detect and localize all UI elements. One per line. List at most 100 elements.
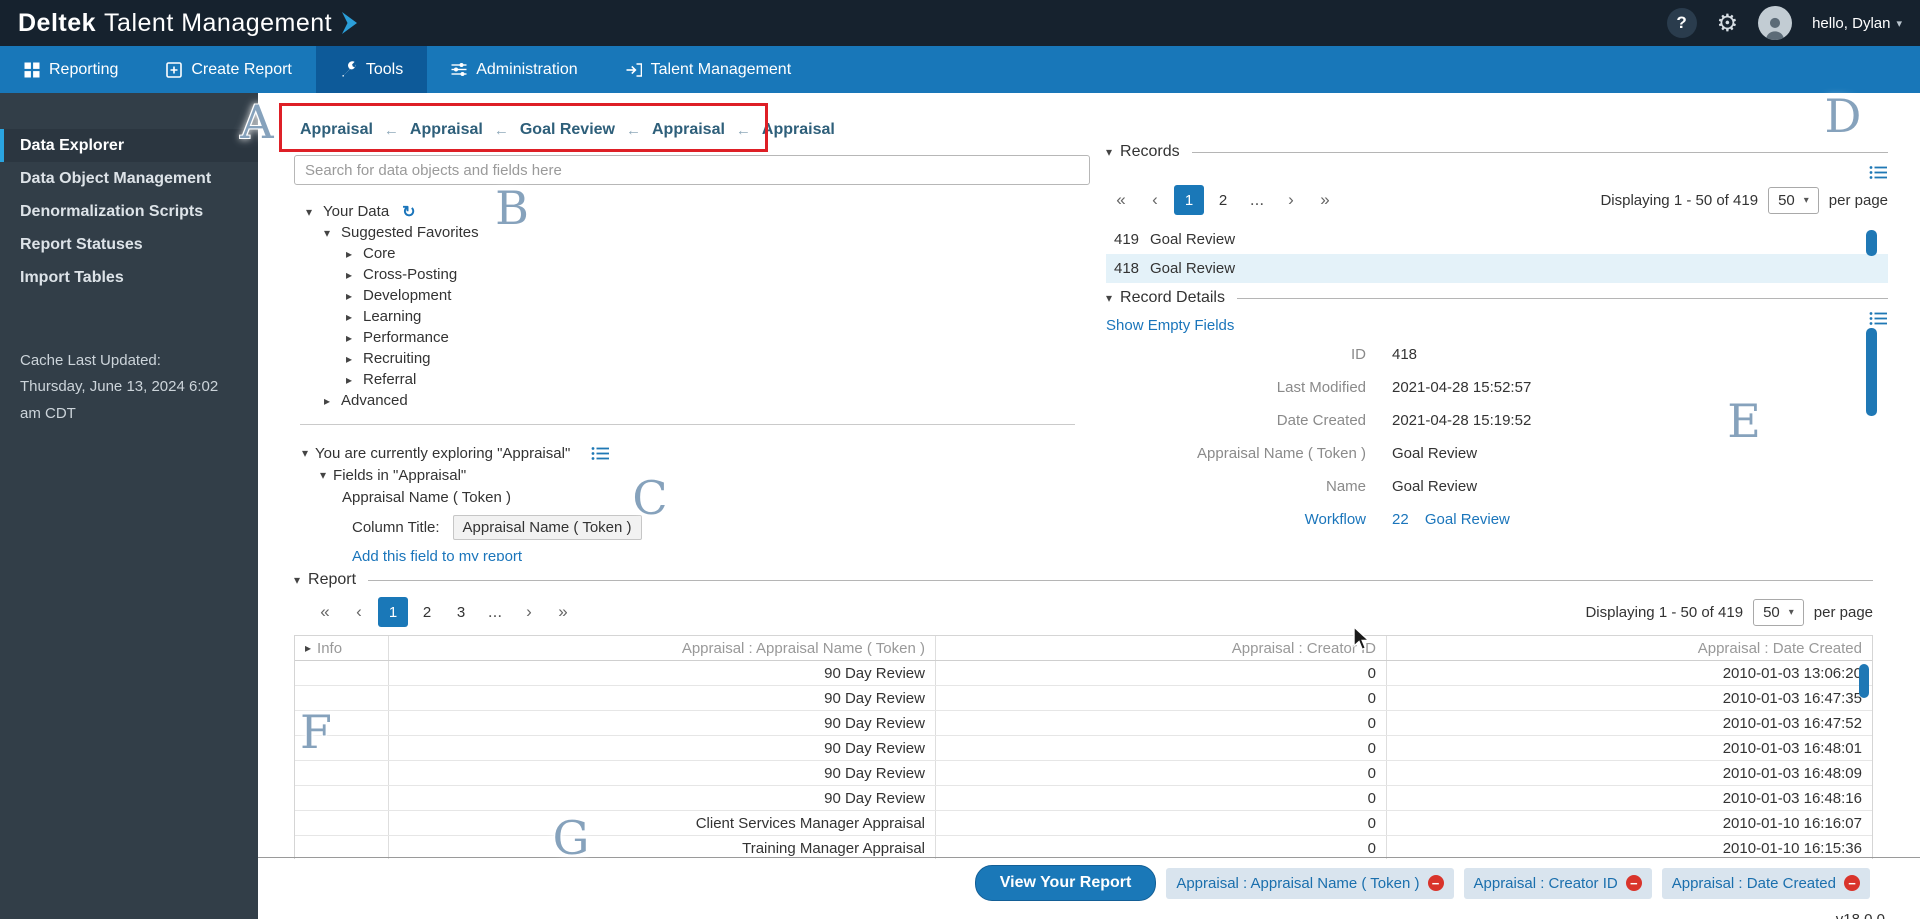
breadcrumb-item[interactable]: Appraisal: [762, 121, 835, 139]
record-row[interactable]: 419 Goal Review: [1106, 225, 1888, 254]
info-column-header[interactable]: ▸ Info: [295, 636, 389, 660]
caret-right-icon[interactable]: ▸: [346, 310, 356, 324]
next-page-button[interactable]: ›: [1276, 185, 1306, 215]
caret-right-icon[interactable]: ▸: [346, 373, 356, 387]
nav-tab-administration[interactable]: Administration: [427, 46, 601, 93]
table-row[interactable]: 90 Day Review02010-01-03 16:48:09: [295, 761, 1872, 786]
view-report-button[interactable]: View Your Report: [975, 865, 1157, 901]
breadcrumb-item[interactable]: Appraisal: [410, 121, 483, 139]
scrollbar-thumb[interactable]: [1866, 328, 1877, 416]
report-field-chip[interactable]: Appraisal : Creator ID −: [1464, 868, 1652, 899]
exploring-header[interactable]: ▾ You are currently exploring "Appraisal…: [302, 442, 1096, 464]
table-row[interactable]: 90 Day Review02010-01-03 16:47:52: [295, 711, 1872, 736]
caret-right-icon[interactable]: ▸: [305, 641, 311, 655]
nav-tab-talent-management[interactable]: Talent Management: [602, 46, 816, 93]
caret-right-icon[interactable]: ▸: [346, 268, 356, 282]
brand-logo[interactable]: Deltek Talent Management: [18, 9, 357, 38]
help-icon[interactable]: ?: [1667, 8, 1697, 38]
sidebar-item-report-statuses[interactable]: Report Statuses: [0, 228, 258, 261]
tree-node-cross-posting[interactable]: ▸ Cross-Posting: [346, 264, 1096, 285]
prev-page-button[interactable]: ‹: [1140, 185, 1170, 215]
record-row-selected[interactable]: 418 Goal Review: [1106, 254, 1888, 283]
tree-node-your-data[interactable]: ▾ Your Data ↻: [306, 201, 1096, 222]
sidebar-item-import-tables[interactable]: Import Tables: [0, 261, 258, 294]
add-field-link[interactable]: Add this field to my report: [352, 548, 522, 562]
page-button-1[interactable]: 1: [1174, 185, 1204, 215]
prev-page-button[interactable]: ‹: [344, 597, 374, 627]
caret-down-icon[interactable]: ▾: [306, 205, 316, 219]
next-page-button[interactable]: ›: [514, 597, 544, 627]
tree-node-performance[interactable]: ▸ Performance: [346, 327, 1096, 348]
field-item[interactable]: Appraisal Name ( Token ): [342, 486, 1096, 508]
caret-down-icon[interactable]: ▾: [294, 573, 300, 587]
caret-right-icon[interactable]: ▸: [346, 247, 356, 261]
list-icon[interactable]: [1869, 165, 1888, 180]
nav-tab-tools[interactable]: Tools: [316, 46, 427, 93]
search-input[interactable]: [294, 155, 1090, 185]
refresh-icon[interactable]: ↻: [402, 202, 415, 222]
report-field-chip[interactable]: Appraisal : Appraisal Name ( Token ) −: [1166, 868, 1453, 899]
page-size-select[interactable]: 50 ▾: [1753, 599, 1804, 626]
table-row[interactable]: Training Manager Appraisal02010-01-10 16…: [295, 836, 1872, 859]
scrollbar-thumb[interactable]: [1866, 230, 1877, 256]
caret-right-icon[interactable]: ▸: [346, 352, 356, 366]
sidebar-item-data-object-management[interactable]: Data Object Management: [0, 162, 258, 195]
avatar[interactable]: [1758, 6, 1792, 40]
breadcrumb-item[interactable]: Appraisal: [652, 121, 725, 139]
nav-tab-create-report[interactable]: Create Report: [142, 46, 316, 93]
column-header-date-created[interactable]: Appraisal : Date Created: [1387, 636, 1872, 660]
breadcrumb-item[interactable]: Appraisal: [300, 121, 373, 139]
list-icon[interactable]: [591, 446, 610, 461]
table-row[interactable]: 90 Day Review02010-01-03 16:48:16: [295, 786, 1872, 811]
table-row[interactable]: 90 Day Review02010-01-03 16:48:01: [295, 736, 1872, 761]
caret-down-icon[interactable]: ▾: [320, 468, 326, 482]
sidebar-item-data-explorer[interactable]: Data Explorer: [0, 129, 258, 162]
show-empty-fields-link[interactable]: Show Empty Fields: [1106, 317, 1234, 334]
tree-node-recruiting[interactable]: ▸ Recruiting: [346, 348, 1096, 369]
list-icon[interactable]: [1869, 311, 1888, 326]
last-page-button[interactable]: »: [548, 597, 578, 627]
remove-field-icon[interactable]: −: [1428, 875, 1444, 891]
caret-down-icon[interactable]: ▾: [1106, 291, 1112, 305]
table-row[interactable]: 90 Day Review02010-01-03 16:47:35: [295, 686, 1872, 711]
tree-node-core[interactable]: ▸ Core: [346, 243, 1096, 264]
table-row[interactable]: Client Services Manager Appraisal02010-0…: [295, 811, 1872, 836]
nav-tab-reporting[interactable]: Reporting: [0, 46, 142, 93]
last-page-button[interactable]: »: [1310, 185, 1340, 215]
fields-in-header[interactable]: ▾ Fields in "Appraisal": [320, 464, 1096, 486]
table-row[interactable]: 90 Day Review02010-01-03 13:06:20: [295, 661, 1872, 686]
page-size-select[interactable]: 50 ▾: [1768, 187, 1819, 214]
caret-right-icon[interactable]: ▸: [324, 394, 334, 408]
caret-down-icon[interactable]: ▾: [302, 446, 308, 460]
caret-right-icon[interactable]: ▸: [346, 289, 356, 303]
workflow-name-link[interactable]: Goal Review: [1425, 511, 1510, 528]
report-field-chip[interactable]: Appraisal : Date Created −: [1662, 868, 1870, 899]
breadcrumb-item[interactable]: Goal Review: [520, 121, 615, 139]
tree-node-referral[interactable]: ▸ Referral: [346, 369, 1096, 390]
remove-field-icon[interactable]: −: [1626, 875, 1642, 891]
workflow-link[interactable]: Workflow: [1106, 511, 1392, 528]
caret-down-icon[interactable]: ▾: [1106, 145, 1112, 159]
column-header-creator-id[interactable]: Appraisal : Creator ID: [936, 636, 1387, 660]
column-header-appraisal-name[interactable]: Appraisal : Appraisal Name ( Token ): [389, 636, 936, 660]
tree-node-suggested-favorites[interactable]: ▾ Suggested Favorites: [324, 222, 1096, 243]
records-header[interactable]: ▾ Records: [1106, 143, 1888, 161]
tree-node-learning[interactable]: ▸ Learning: [346, 306, 1096, 327]
sidebar-item-denormalization-scripts[interactable]: Denormalization Scripts: [0, 195, 258, 228]
workflow-id-link[interactable]: 22: [1392, 511, 1409, 528]
caret-right-icon[interactable]: ▸: [346, 331, 356, 345]
report-header[interactable]: ▾ Report: [294, 561, 1873, 589]
page-button-2[interactable]: 2: [1208, 185, 1238, 215]
first-page-button[interactable]: «: [310, 597, 340, 627]
caret-down-icon[interactable]: ▾: [324, 226, 334, 240]
gear-icon[interactable]: ⚙: [1717, 9, 1739, 38]
tree-node-development[interactable]: ▸ Development: [346, 285, 1096, 306]
first-page-button[interactable]: «: [1106, 185, 1136, 215]
remove-field-icon[interactable]: −: [1844, 875, 1860, 891]
user-menu[interactable]: hello, Dylan ▾: [1812, 15, 1902, 32]
page-button-3[interactable]: 3: [446, 597, 476, 627]
tree-node-advanced[interactable]: ▸ Advanced: [324, 390, 1096, 411]
page-button-1[interactable]: 1: [378, 597, 408, 627]
page-button-2[interactable]: 2: [412, 597, 442, 627]
scrollbar-thumb[interactable]: [1859, 664, 1869, 698]
